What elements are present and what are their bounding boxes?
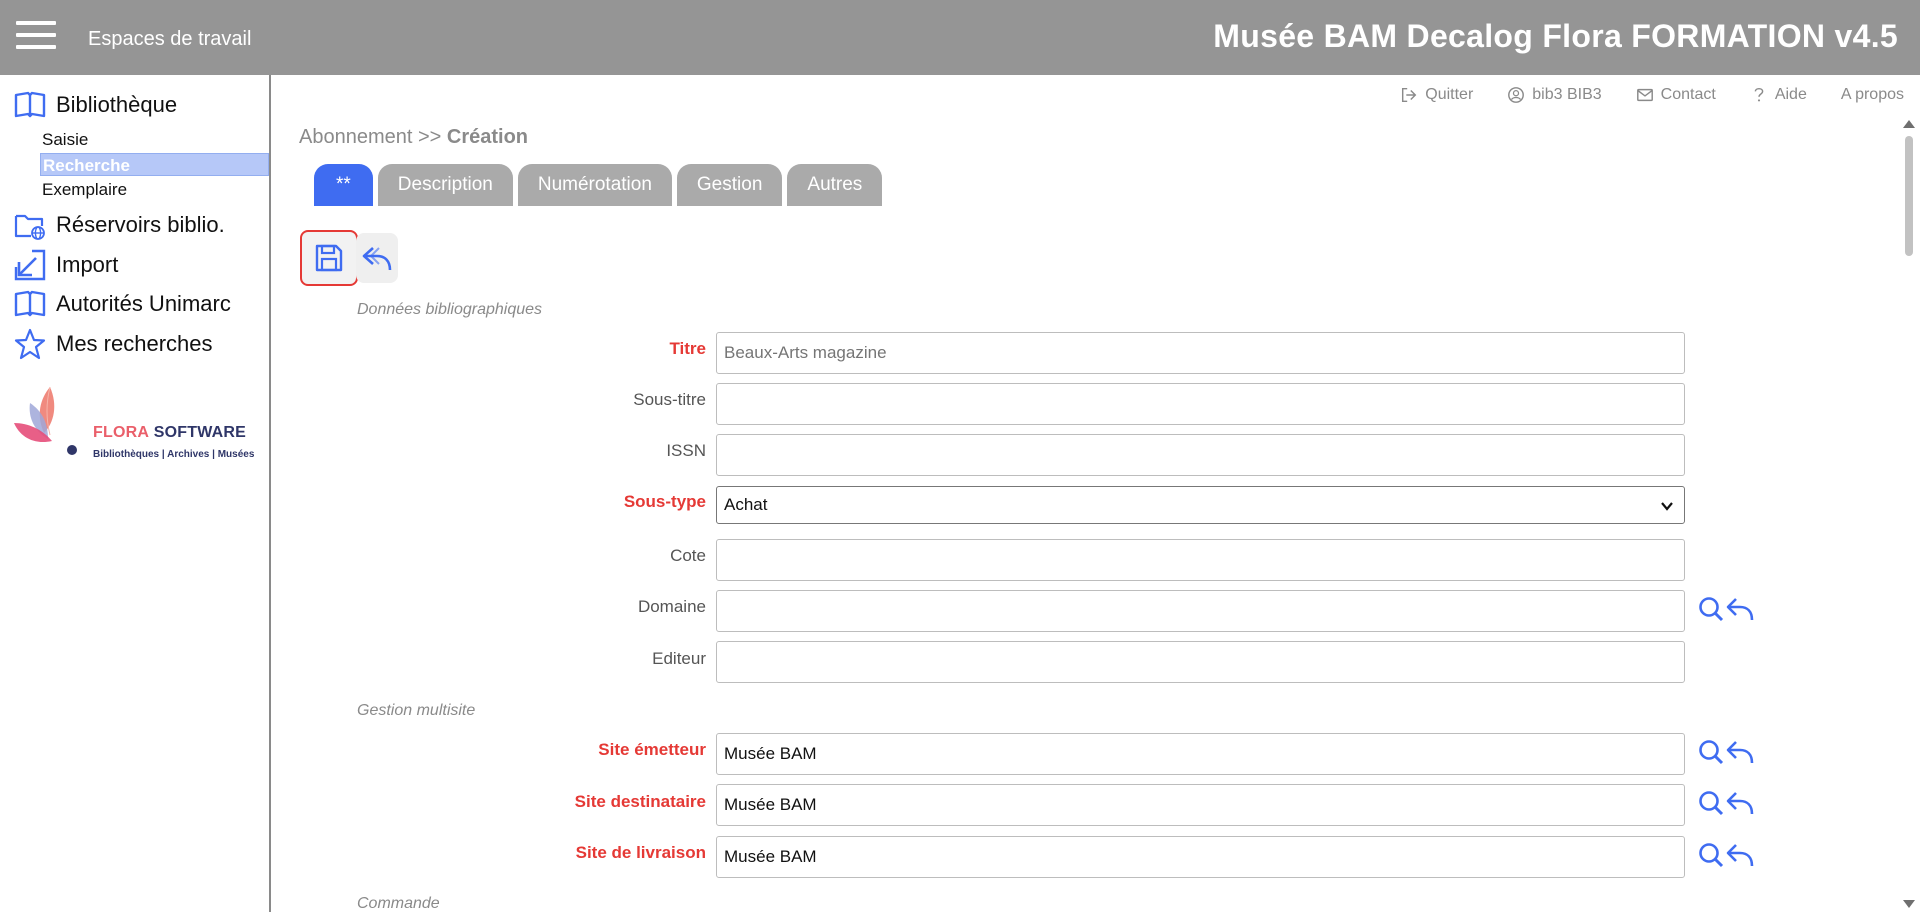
sidebar-item-reservoirs[interactable]: Réservoirs biblio.	[14, 208, 225, 242]
envelope-icon	[1636, 88, 1653, 102]
reply-arrow-icon[interactable]	[1725, 595, 1755, 623]
label-domaine: Domaine	[637, 597, 706, 616]
sidebar: Bibliothèque Saisie Recherche Exemplaire…	[0, 75, 271, 912]
label-site-livraison: Site de livraison	[575, 843, 706, 862]
section-title-commande: Commande	[357, 895, 440, 912]
search-icon[interactable]	[1697, 595, 1725, 623]
import-arrow-icon	[14, 249, 46, 281]
site-livraison-input[interactable]: Musée BAM	[716, 836, 1685, 878]
sidebar-item-label: Bibliothèque	[56, 92, 178, 117]
user-link[interactable]: bib3 BIB3	[1507, 86, 1602, 104]
sidebar-item-mes-recherches[interactable]: Mes recherches	[14, 327, 213, 361]
hamburger-menu-icon[interactable]	[16, 21, 56, 53]
logo-tagline: Bibliothèques | Archives | Musées	[93, 449, 255, 460]
breadcrumb: Abonnement >> Création	[299, 126, 529, 148]
site-destinataire-actions	[1697, 789, 1755, 817]
tab-numerotation[interactable]: Numérotation	[517, 164, 672, 206]
label-sous-type: Sous-type	[623, 492, 706, 511]
app-title: Musée BAM Decalog Flora FORMATION v4.5	[1213, 18, 1898, 54]
reply-arrow-icon	[362, 247, 392, 271]
top-bar: Espaces de travail Musée BAM Decalog Flo…	[0, 0, 1920, 75]
star-icon	[14, 328, 46, 360]
sidebar-sub-item-saisie[interactable]: Saisie	[40, 128, 269, 151]
sidebar-sub-item-recherche[interactable]: Recherche	[40, 153, 269, 176]
book-icon	[14, 91, 46, 118]
user-circle-icon	[1508, 87, 1525, 103]
label-titre: Titre	[669, 339, 706, 358]
site-destinataire-input[interactable]: Musée BAM	[716, 784, 1685, 826]
save-button[interactable]	[300, 230, 358, 286]
toolbar	[300, 230, 398, 286]
search-icon[interactable]	[1697, 789, 1725, 817]
logo-text: FLORA SOFTWARE	[93, 424, 247, 441]
sidebar-item-bibliotheque[interactable]: Bibliothèque	[14, 88, 177, 122]
floppy-disk-icon	[315, 244, 343, 272]
site-livraison-actions	[1697, 841, 1755, 869]
site-emetteur-input[interactable]: Musée BAM	[716, 733, 1685, 775]
search-icon[interactable]	[1697, 738, 1725, 766]
help-link[interactable]: Aide	[1750, 86, 1807, 104]
section-title-multisite: Gestion multisite	[357, 702, 476, 719]
tab-gestion[interactable]: Gestion	[676, 164, 783, 206]
sidebar-item-label: Autorités Unimarc	[56, 291, 231, 316]
chevron-down-icon	[1661, 502, 1673, 511]
label-sous-titre: Sous-titre	[633, 390, 706, 409]
sidebar-item-import[interactable]: Import	[14, 248, 118, 282]
tab-bar: ** Description Numérotation Gestion Autr…	[314, 164, 887, 206]
workspaces-link[interactable]: Espaces de travail	[88, 28, 251, 51]
cote-input[interactable]	[716, 539, 1685, 581]
question-mark-icon	[1754, 87, 1764, 102]
quit-link[interactable]: Quitter	[1400, 86, 1473, 104]
label-editeur: Editeur	[652, 649, 706, 668]
editeur-input[interactable]	[716, 641, 1685, 683]
section-title-biblio: Données bibliographiques	[357, 301, 543, 318]
flora-logo-icon	[14, 386, 77, 455]
logout-icon	[1402, 87, 1417, 103]
vertical-scrollbar[interactable]	[1900, 116, 1916, 912]
sidebar-item-label: Mes recherches	[56, 331, 213, 356]
header-links: Quitter bib3 BIB3 Contact Aide A propos	[1366, 86, 1904, 104]
site-emetteur-actions	[1697, 738, 1755, 766]
sidebar-sub-item-exemplaire[interactable]: Exemplaire	[40, 178, 269, 201]
titre-input[interactable]	[716, 332, 1685, 374]
reply-arrow-icon[interactable]	[1725, 738, 1755, 766]
reply-arrow-icon[interactable]	[1725, 841, 1755, 869]
sidebar-item-autorites[interactable]: Autorités Unimarc	[14, 287, 231, 321]
reply-arrow-icon[interactable]	[1725, 789, 1755, 817]
search-icon[interactable]	[1697, 841, 1725, 869]
label-site-destinataire: Site destinataire	[574, 792, 706, 811]
domaine-actions	[1697, 595, 1755, 623]
tab-autres[interactable]: Autres	[787, 164, 883, 206]
about-link[interactable]: A propos	[1841, 86, 1904, 104]
sous-titre-input[interactable]	[716, 383, 1685, 425]
tab-description[interactable]: Description	[377, 164, 513, 206]
folder-globe-icon	[14, 214, 45, 240]
contact-link[interactable]: Contact	[1636, 86, 1716, 104]
sidebar-item-label: Réservoirs biblio.	[56, 212, 225, 237]
scroll-down-arrow[interactable]	[1903, 900, 1915, 908]
scroll-up-arrow[interactable]	[1903, 120, 1915, 128]
back-button[interactable]	[356, 233, 398, 283]
tab-star[interactable]: **	[314, 164, 373, 206]
book-icon	[14, 290, 46, 317]
issn-input[interactable]	[716, 434, 1685, 476]
scrollbar-thumb[interactable]	[1905, 136, 1913, 256]
sidebar-item-label: Import	[56, 252, 119, 277]
domaine-input[interactable]	[716, 590, 1685, 632]
sous-type-select[interactable]: Achat	[716, 486, 1685, 524]
label-issn: ISSN	[666, 441, 706, 460]
label-site-emetteur: Site émetteur	[598, 740, 706, 759]
label-cote: Cote	[670, 546, 706, 565]
